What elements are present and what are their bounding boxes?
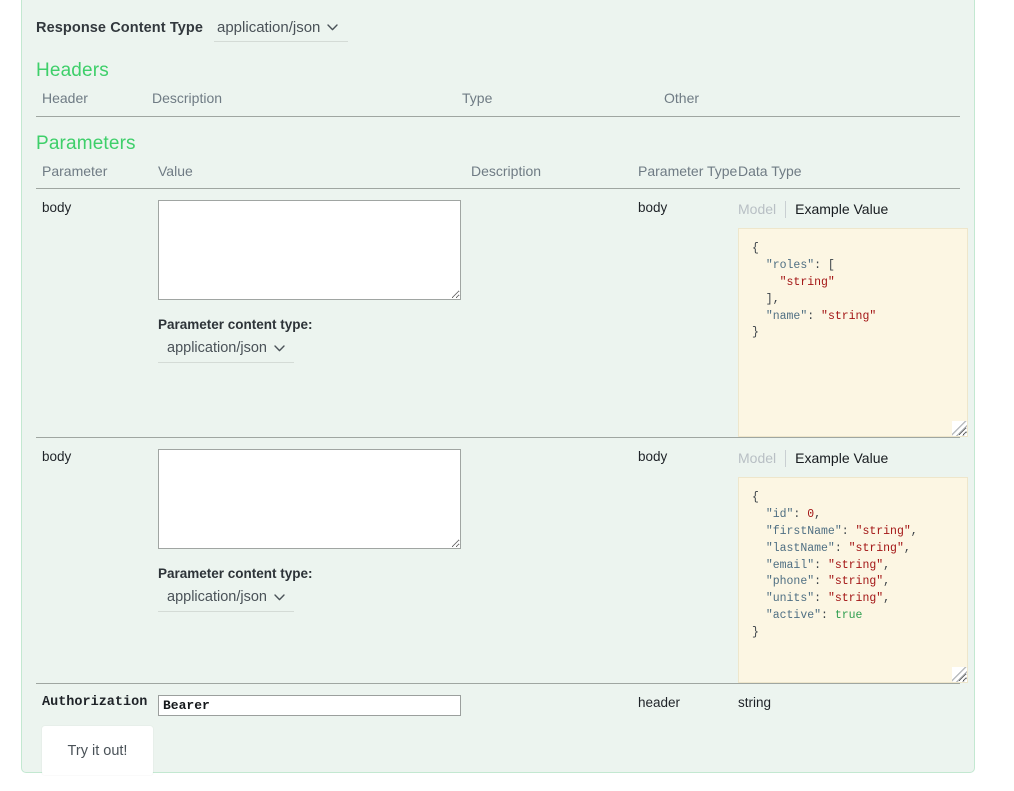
body-value-textarea[interactable] [158, 200, 461, 301]
parameters-table-header-row: Parameter Value Description Parameter Ty… [36, 156, 960, 190]
tab-example-value[interactable]: Example Value [785, 201, 897, 219]
tab-example-value[interactable]: Example Value [785, 450, 897, 468]
example-value-code: { "id": 0, "firstName": "string", "lastN… [752, 491, 918, 639]
body-value-textarea[interactable] [158, 449, 461, 550]
example-value-code: { "roles": [ "string" ], "name": "string… [752, 242, 877, 340]
response-content-type-value: application/json [217, 19, 321, 36]
try-it-out-button[interactable]: Try it out! [42, 726, 153, 776]
parameter-value-cell: Parameter content type: application/json [158, 437, 471, 684]
parameter-type: body [638, 437, 738, 684]
parameter-type: body [638, 200, 668, 216]
chevron-down-icon [274, 594, 285, 601]
column-header-description: Description [471, 156, 638, 190]
signature-tabs: Model Example Value [738, 450, 960, 468]
parameter-name: body [42, 200, 72, 216]
parameter-value-cell [158, 683, 471, 717]
parameter-description [471, 437, 638, 684]
submit-row: Try it out! [36, 716, 960, 776]
parameter-content-type-label: Parameter content type: [158, 566, 313, 582]
response-content-type-row: Response Content Type application/json [36, 0, 960, 42]
parameter-description [471, 683, 638, 717]
column-header-parameter: Parameter [36, 156, 158, 190]
parameter-name: body [36, 437, 158, 684]
parameter-data-type: string [738, 683, 960, 717]
resize-grip-icon[interactable] [952, 667, 967, 683]
column-header-other: Other [664, 84, 960, 117]
parameter-name: Authorization [36, 683, 158, 717]
resize-grip-icon[interactable] [952, 421, 967, 437]
parameter-type: header [638, 683, 738, 717]
column-header-value: Value [158, 156, 471, 190]
parameter-value-cell: Parameter content type: application/json [158, 189, 471, 438]
column-header-type: Type [462, 84, 664, 117]
example-value-box[interactable]: { "roles": [ "string" ], "name": "string… [738, 228, 968, 438]
parameters-section-title: Parameters [36, 132, 136, 154]
parameter-content-type-value: application/json [167, 589, 267, 606]
parameters-table-body: body Parameter content type: application… [36, 189, 968, 717]
parameter-content-type-select[interactable]: application/json [158, 339, 294, 364]
headers-table: Header Description Type Other [36, 84, 960, 117]
parameter-data-type-cell: Model Example Value { "roles": [ "string… [738, 189, 968, 438]
parameter-content-type-value: application/json [167, 340, 267, 357]
response-content-type-select[interactable]: application/json [214, 18, 349, 42]
authorization-input[interactable] [158, 695, 461, 717]
table-row: body Parameter content type: application… [36, 189, 968, 438]
parameters-table: Parameter Value Description Parameter Ty… [36, 156, 968, 717]
table-row: body Parameter content type: application… [36, 437, 968, 684]
parameter-description [471, 189, 638, 438]
operation-content-panel: Response Content Type application/json H… [21, 0, 975, 776]
column-header-parameter-type: Parameter Type [638, 156, 738, 190]
column-header-header: Header [36, 84, 152, 117]
column-header-description: Description [152, 84, 462, 117]
column-header-data-type: Data Type [738, 156, 960, 190]
chevron-down-icon [274, 345, 285, 352]
response-content-type-label: Response Content Type [36, 20, 203, 36]
tab-model[interactable]: Model [738, 450, 785, 467]
tab-model[interactable]: Model [738, 201, 785, 218]
signature-tabs: Model Example Value [738, 201, 960, 219]
parameter-data-type-cell: Model Example Value { "id": 0, "firstNam… [738, 437, 968, 684]
chevron-down-icon [327, 24, 339, 31]
parameter-content-type-label: Parameter content type: [158, 317, 313, 333]
parameter-content-type-select[interactable]: application/json [158, 588, 294, 613]
headers-section-title: Headers [36, 60, 109, 81]
table-row: Authorization header string [36, 683, 960, 717]
headers-table-header-row: Header Description Type Other [36, 84, 960, 117]
example-value-box[interactable]: { "id": 0, "firstName": "string", "lastN… [738, 477, 968, 684]
